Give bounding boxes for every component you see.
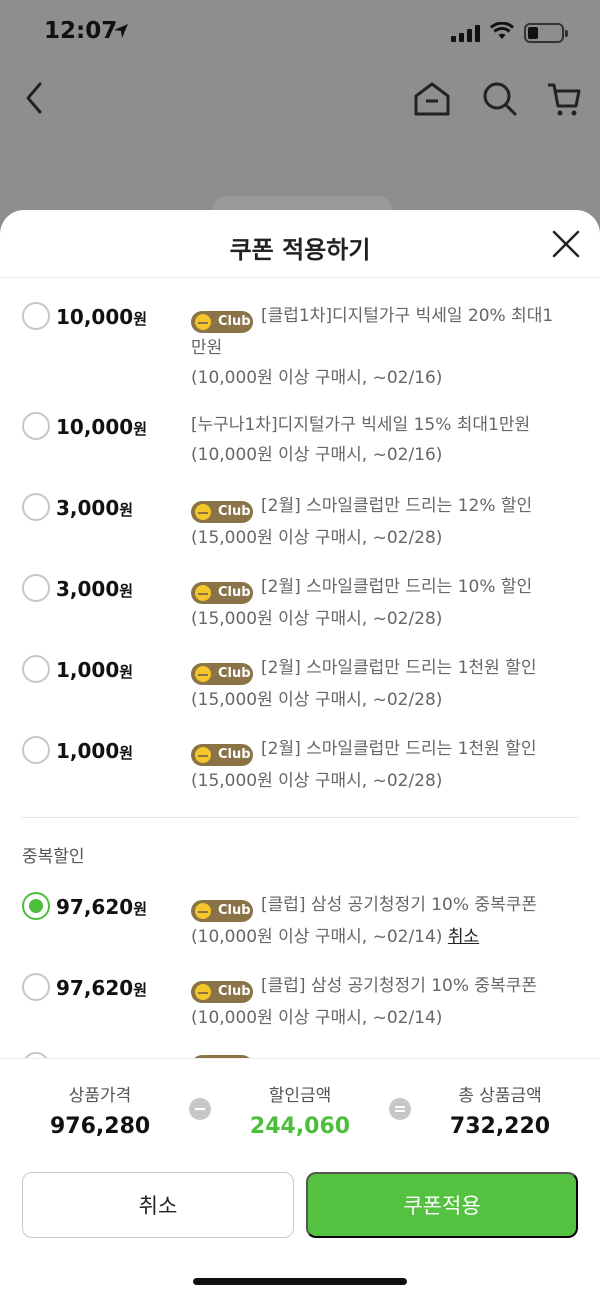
coupon-radio[interactable] [22,655,50,683]
back-icon[interactable] [22,80,46,120]
battery-icon [524,23,568,43]
club-badge: Club [191,744,253,766]
coupon-amount: 1,000원 [56,739,134,763]
home-indicator [193,1278,407,1285]
product-price-label: 상품가격 [68,1086,132,1106]
apply-coupon-button[interactable]: 쿠폰적용 [306,1172,578,1238]
close-icon[interactable] [552,230,580,258]
discount-amount: 할인금액 244,060 [240,1081,360,1139]
total-value: 732,220 [449,1114,551,1139]
coupon-radio[interactable] [22,302,50,330]
location-arrow-icon [112,22,130,44]
wifi-icon [489,21,515,44]
coupon-radio[interactable] [22,973,50,1001]
product-price-value: 976,280 [50,1114,151,1139]
sheet-header: 쿠폰 적용하기 [0,210,600,278]
coupon-amount: 3,000원 [56,496,134,520]
coupon-amount: 10,000원 [56,305,147,329]
coupon-amount: 1,000원 [56,658,134,682]
club-badge: Club [191,981,253,1003]
discount-label: 할인금액 [268,1086,332,1106]
cart-icon[interactable] [546,80,582,122]
coupon-amount: 10,000원 [56,415,147,439]
coupon-radio-selected[interactable] [22,892,50,920]
total-amount: 총 상품금액 732,220 [437,1081,563,1139]
equals-icon [389,1098,411,1120]
total-label: 총 상품금액 [458,1086,542,1106]
coupon-radio[interactable] [22,493,50,521]
cancel-button[interactable]: 취소 [22,1172,294,1238]
coupon-description: Club [2월] 스마일클럽만 드리는 10% 할인 (15,000원 이상 구… [191,577,533,629]
search-icon[interactable] [482,80,518,122]
discount-value: 244,060 [249,1114,351,1139]
coupon-description: Club [클럽] 삼성 공기청정기 10% 중복쿠폰 (10,000원 이상 구… [191,895,537,947]
coupon-amount: 97,620원 [56,895,147,919]
section-divider [22,817,578,818]
coupon-cancel-link[interactable]: 취소 [448,927,479,947]
minus-icon [189,1098,211,1120]
coupon-list[interactable]: 10,000원 Club [클럽1차]디지털가구 빅세일 20% 최대1 만원 (… [0,279,600,1059]
coupon-description: Club [클럽] 삼성 공기청정기 10% 중복쿠폰 (10,000원 이상 구… [191,976,537,1028]
club-badge: Club [191,311,253,333]
coupon-radio[interactable] [22,412,50,440]
club-badge: Club [191,582,253,604]
coupon-description: Club [2월] 스마일클럽만 드리는 12% 할인 (15,000원 이상 구… [191,496,533,548]
home-icon[interactable] [413,80,451,122]
duplicate-discount-label: 중복할인 [22,847,85,867]
coupon-amount: 3,000원 [56,577,134,601]
coupon-description: Club [2월] 스마일클럽만 드리는 1천원 할인 (15,000원 이상 구… [191,739,537,791]
signal-icon [451,24,480,42]
club-badge: Club [191,663,253,685]
club-badge: Club [191,501,253,523]
sheet-title: 쿠폰 적용하기 [229,236,371,264]
coupon-description: Club [클럽1차]디지털가구 빅세일 20% 최대1 만원 (10,000원 … [191,306,554,388]
top-navigation [0,70,600,130]
coupon-radio[interactable] [22,736,50,764]
price-summary: 상품가격 976,280 할인금액 244,060 총 상품금액 732,220 [0,1058,600,1158]
status-bar: 12:07 [0,0,600,66]
club-badge: Club [191,900,253,922]
product-price: 상품가격 976,280 [50,1081,150,1139]
coupon-radio[interactable] [22,574,50,602]
status-indicators [451,21,568,44]
coupon-description: [누구나1차]디지털가구 빅세일 15% 최대1만원 (10,000원 이상 구… [191,415,531,465]
coupon-sheet: 쿠폰 적용하기 10,000원 Club [클럽1차]디지털가구 빅세일 20% … [0,210,600,1298]
coupon-amount: 97,620원 [56,976,147,1000]
status-time: 12:07 [44,18,118,44]
coupon-description: Club [2월] 스마일클럽만 드리는 1천원 할인 (15,000원 이상 구… [191,658,537,710]
